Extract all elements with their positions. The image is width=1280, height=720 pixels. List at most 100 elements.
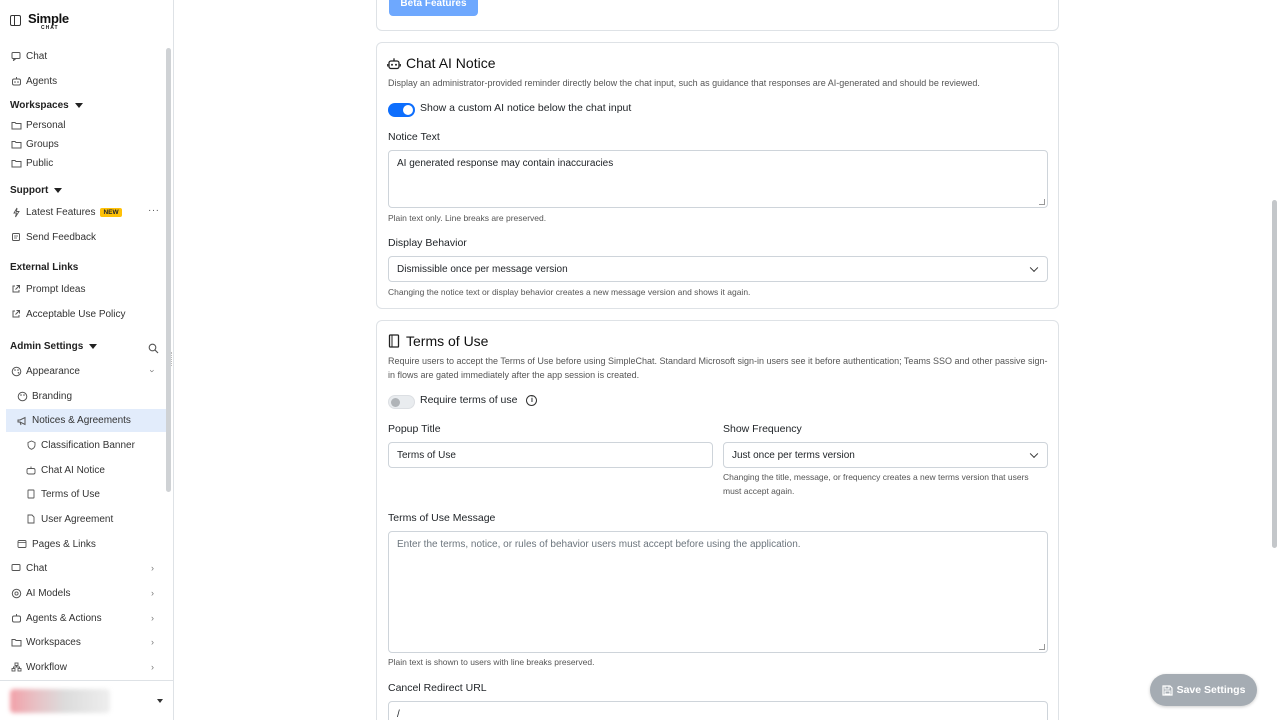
nav-personal[interactable]: Personal xyxy=(10,115,65,135)
notice-text-input[interactable]: AI generated response may contain inaccu… xyxy=(388,150,1048,208)
notice-text-label: Notice Text xyxy=(388,131,440,143)
external-link-icon xyxy=(10,308,22,320)
chat-ai-notice-description: Display an administrator-provided remind… xyxy=(388,78,980,88)
chevron-down-icon xyxy=(1029,449,1039,459)
nav-user-agreement[interactable]: User Agreement xyxy=(25,509,113,529)
beta-features-button[interactable]: Beta Features xyxy=(389,0,478,16)
nav-external-links-header: External Links xyxy=(10,261,79,273)
beta-features-card: Beta Features xyxy=(376,0,1059,31)
nav-public[interactable]: Public xyxy=(10,153,53,173)
terms-message-input[interactable]: Enter the terms, notice, or rules of beh… xyxy=(388,531,1048,653)
save-icon xyxy=(1161,684,1173,696)
palette-icon xyxy=(16,390,28,402)
nav-chat-settings[interactable]: Chat › xyxy=(10,558,173,578)
nav-workspaces-header[interactable]: Workspaces xyxy=(10,95,83,115)
ai-notice-toggle-label: Show a custom AI notice below the chat i… xyxy=(420,102,632,114)
nav-prompt-ideas[interactable]: Prompt Ideas xyxy=(10,279,85,299)
cancel-redirect-label: Cancel Redirect URL xyxy=(388,682,487,694)
model-icon xyxy=(10,587,22,599)
display-behavior-help: Changing the notice text or display beha… xyxy=(388,287,751,297)
folder-icon xyxy=(10,119,22,131)
nav-send-feedback[interactable]: Send Feedback xyxy=(10,227,96,247)
more-options-icon[interactable]: ··· xyxy=(148,205,160,216)
display-behavior-select[interactable]: Dismissible once per message version xyxy=(388,256,1048,282)
chat-icon xyxy=(10,50,22,62)
notice-text-help: Plain text only. Line breaks are preserv… xyxy=(388,213,547,223)
nav-acceptable-use-policy[interactable]: Acceptable Use Policy xyxy=(10,304,126,324)
ai-notice-toggle[interactable] xyxy=(388,103,415,117)
resize-handle-icon[interactable] xyxy=(1039,644,1045,650)
nav-support-header[interactable]: Support xyxy=(10,180,63,200)
nav-workspaces-settings[interactable]: Workspaces › xyxy=(10,632,173,652)
robot-icon xyxy=(10,75,22,87)
user-profile-footer[interactable] xyxy=(0,680,173,720)
caret-down-icon xyxy=(54,187,63,193)
document-icon xyxy=(387,334,401,348)
document-icon xyxy=(25,488,37,500)
chat-icon xyxy=(10,562,22,574)
chevron-right-icon: › xyxy=(151,637,154,647)
lightning-icon xyxy=(10,206,22,218)
app-logo[interactable]: Simple CHAT xyxy=(28,12,69,31)
chevron-right-icon: › xyxy=(151,563,154,573)
sidebar: Simple CHAT Chat Agents Workspaces Perso… xyxy=(0,0,174,720)
caret-down-icon xyxy=(89,343,98,349)
pages-icon xyxy=(16,538,28,550)
sidebar-toggle-icon[interactable] xyxy=(10,15,21,26)
avatar xyxy=(10,689,110,713)
page-scrollbar[interactable] xyxy=(1272,200,1277,548)
require-terms-toggle[interactable] xyxy=(388,395,415,409)
folder-icon xyxy=(10,157,22,169)
require-terms-toggle-label: Require terms of use i xyxy=(420,394,538,406)
terms-of-use-card: Terms of Use Require users to accept the… xyxy=(376,320,1059,720)
chevron-right-icon: › xyxy=(151,588,154,598)
nav-classification-banner[interactable]: Classification Banner xyxy=(25,435,135,455)
nav-agents[interactable]: Agents xyxy=(10,71,57,91)
nav-workflow[interactable]: Workflow › xyxy=(10,657,173,677)
caret-down-icon xyxy=(157,699,163,703)
resize-handle-icon[interactable] xyxy=(1039,199,1045,205)
chevron-right-icon: › xyxy=(151,613,154,623)
nav-appearance[interactable]: Appearance › xyxy=(10,361,173,381)
folder-icon xyxy=(10,636,22,648)
nav-branding[interactable]: Branding xyxy=(16,386,72,406)
save-settings-button[interactable]: Save Settings xyxy=(1150,674,1257,706)
terms-of-use-description: Require users to accept the Terms of Use… xyxy=(388,356,1048,380)
info-icon[interactable]: i xyxy=(526,394,538,406)
search-icon[interactable] xyxy=(148,341,159,359)
folder-icon xyxy=(10,138,22,150)
cancel-redirect-input[interactable]: / xyxy=(388,701,1048,720)
show-frequency-help: Changing the title, message, or frequenc… xyxy=(723,472,1029,496)
shield-icon xyxy=(25,439,37,451)
chat-ai-notice-card: Chat AI Notice Display an administrator-… xyxy=(376,42,1059,309)
caret-down-icon xyxy=(74,102,83,108)
megaphone-icon xyxy=(16,415,28,427)
workflow-icon xyxy=(10,661,22,673)
sidebar-resize-handle[interactable] xyxy=(171,352,173,366)
nav-notices-agreements[interactable]: Notices & Agreements xyxy=(6,409,166,432)
nav-groups[interactable]: Groups xyxy=(10,134,59,154)
nav-chat-ai-notice[interactable]: Chat AI Notice xyxy=(25,460,105,480)
terms-message-help: Plain text is shown to users with line b… xyxy=(388,657,595,667)
nav-ai-models[interactable]: AI Models › xyxy=(10,583,173,603)
chevron-down-icon: › xyxy=(147,369,158,373)
sidebar-header: Simple CHAT xyxy=(0,0,173,42)
show-frequency-label: Show Frequency xyxy=(723,423,802,435)
popup-title-label: Popup Title xyxy=(388,423,441,435)
palette-icon xyxy=(10,365,22,377)
robot-icon xyxy=(25,464,37,476)
nav-pages-links[interactable]: Pages & Links xyxy=(16,534,96,554)
nav-agents-actions[interactable]: Agents & Actions › xyxy=(10,608,173,628)
document-icon xyxy=(25,513,37,525)
popup-title-input[interactable]: Terms of Use xyxy=(388,442,713,468)
robot-icon xyxy=(387,56,401,70)
robot-icon xyxy=(10,612,22,624)
feedback-icon xyxy=(10,231,22,243)
sidebar-scrollbar[interactable] xyxy=(166,48,171,492)
nav-admin-settings-header[interactable]: Admin Settings xyxy=(10,336,98,356)
chat-ai-notice-title: Chat AI Notice xyxy=(387,55,496,71)
show-frequency-select[interactable]: Just once per terms version xyxy=(723,442,1048,468)
nav-terms-of-use[interactable]: Terms of Use xyxy=(25,484,100,504)
terms-message-label: Terms of Use Message xyxy=(388,512,496,524)
nav-chat[interactable]: Chat xyxy=(10,46,47,66)
